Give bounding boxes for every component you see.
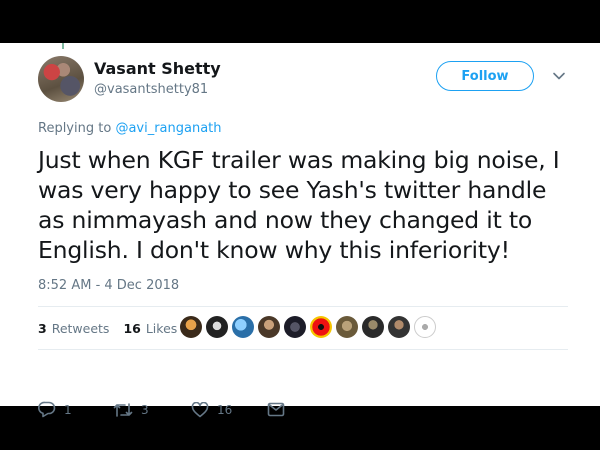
timestamp[interactable]: 8:52 AM - 4 Dec 2018 (38, 278, 179, 293)
liker-avatar[interactable] (232, 316, 254, 338)
liker-avatar[interactable] (388, 316, 410, 338)
reply-icon (38, 401, 56, 418)
divider-mark (62, 43, 64, 49)
liker-avatar[interactable] (336, 316, 358, 338)
likes-count: 16 (123, 321, 141, 336)
retweets-label: Retweets (51, 321, 110, 336)
retweets-count: 3 (38, 321, 47, 336)
tweet-text: Just when KGF trailer was making big noi… (38, 146, 560, 264)
liker-avatar[interactable] (284, 316, 306, 338)
retweet-count: 3 (141, 402, 149, 417)
retweet-icon (113, 402, 133, 417)
liker-avatar[interactable] (206, 316, 228, 338)
author-handle[interactable]: @vasantshetty81 (94, 82, 208, 97)
message-icon (267, 402, 285, 417)
likes-stat[interactable]: 16 Likes (123, 321, 177, 336)
tweet-card: Vasant Shetty @vasantshetty81 Follow Rep… (0, 43, 600, 418)
reply-count: 1 (64, 402, 72, 417)
liker-avatar[interactable] (180, 316, 202, 338)
liker-avatar[interactable] (258, 316, 280, 338)
like-count: 16 (217, 402, 233, 417)
likes-label: Likes (145, 321, 178, 336)
retweets-stat[interactable]: 3 Retweets (38, 321, 109, 336)
replying-to: Replying to @avi_ranganath (38, 121, 222, 136)
liker-avatar[interactable] (310, 316, 332, 338)
action-bar: 1 3 16 (38, 401, 285, 418)
follow-button[interactable]: Follow (436, 61, 534, 91)
heart-icon (191, 401, 209, 417)
liker-avatars (180, 316, 440, 338)
divider (38, 349, 568, 350)
liker-avatar[interactable] (414, 316, 436, 338)
engagement-stats: 3 Retweets 16 Likes (38, 321, 191, 336)
mention-link[interactable]: @avi_ranganath (115, 121, 221, 136)
author-name[interactable]: Vasant Shetty (94, 59, 221, 78)
chevron-down-icon[interactable] (552, 69, 566, 83)
retweet-action[interactable]: 3 (113, 402, 191, 418)
liker-avatar[interactable] (362, 316, 384, 338)
like-action[interactable]: 16 (191, 401, 267, 418)
divider (38, 306, 568, 307)
message-action[interactable] (267, 402, 285, 417)
replying-prefix: Replying to (38, 121, 112, 136)
reply-action[interactable]: 1 (38, 401, 113, 418)
avatar[interactable] (38, 56, 84, 102)
